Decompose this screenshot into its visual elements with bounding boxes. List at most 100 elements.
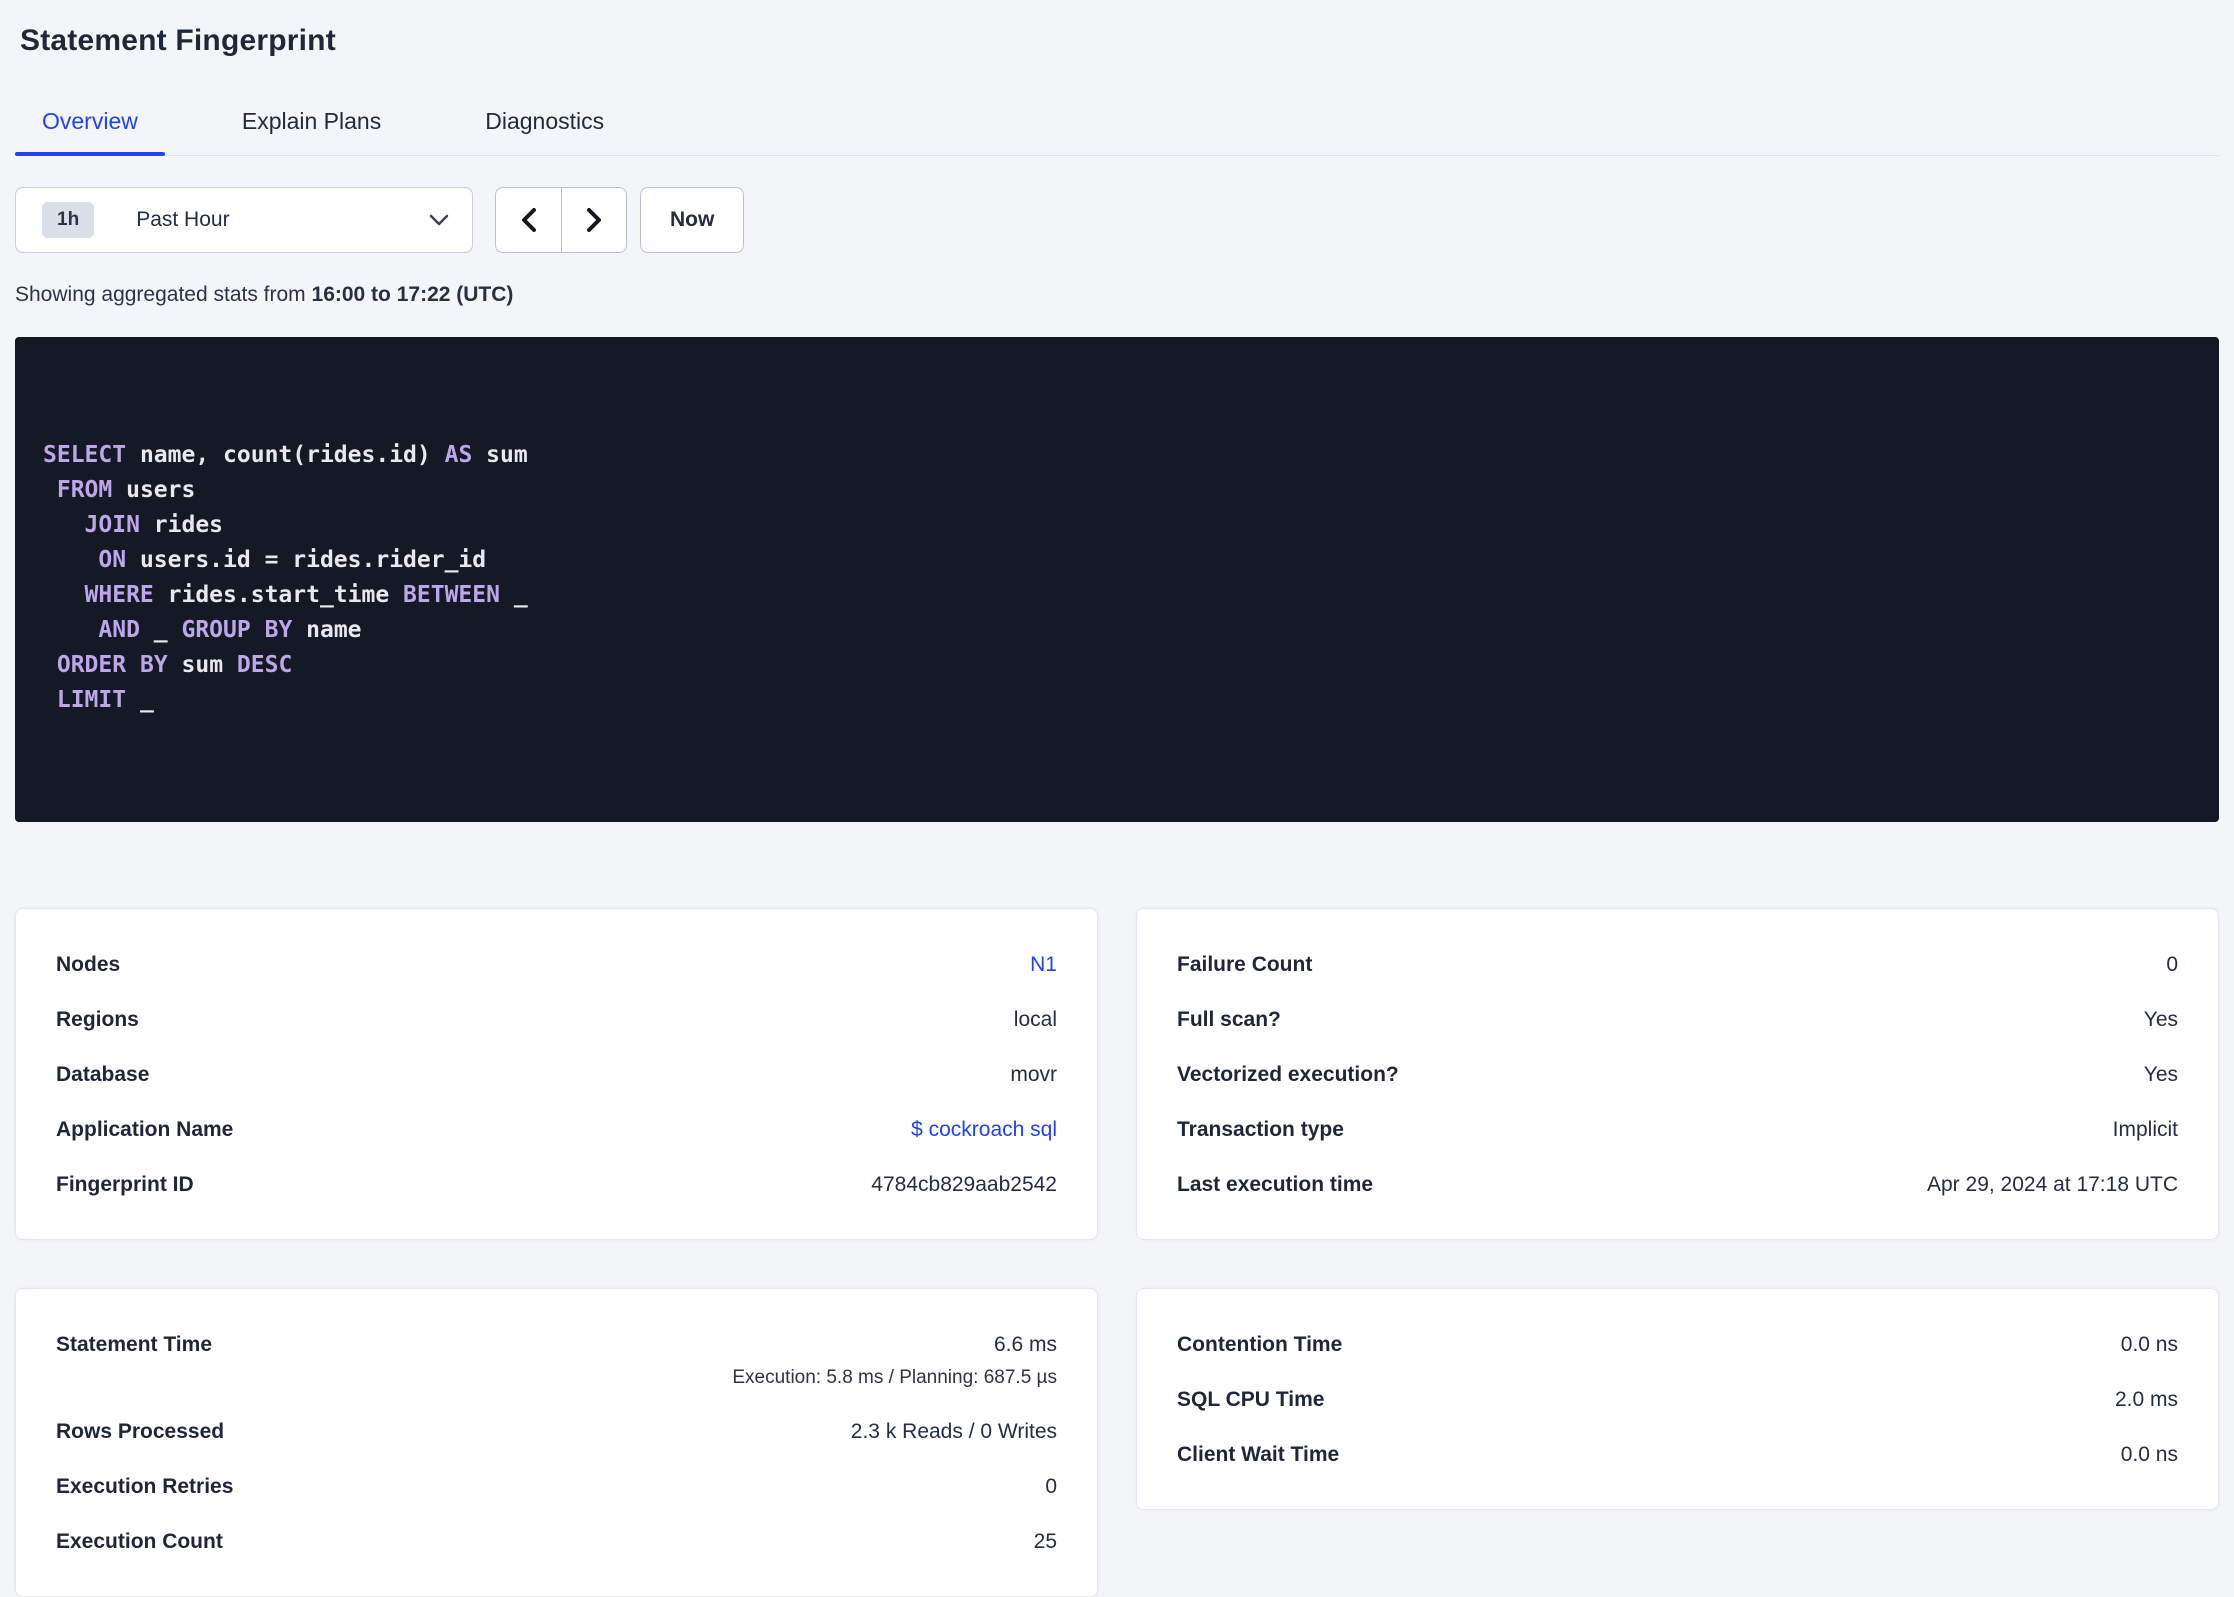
sql-statement-box: SELECT name, count(rides.id) AS sum FROM… — [15, 337, 2219, 822]
time-range-label: Past Hour — [136, 208, 230, 231]
stat-value-cell: 25 — [1034, 1528, 1057, 1556]
stat-value: 6.6 ms — [993, 1333, 1057, 1356]
page-title: Statement Fingerprint — [20, 24, 336, 57]
aggregated-stats-line: Showing aggregated stats from 16:00 to 1… — [15, 283, 2219, 307]
stat-row: Application Name $ cockroach sql — [56, 1116, 1057, 1144]
stat-value-cell: local — [1014, 1006, 1057, 1034]
stat-value: 25 — [1033, 1530, 1057, 1553]
stat-label: Vectorized execution? — [1177, 1063, 1399, 1086]
stat-label: Rows Processed — [56, 1420, 225, 1443]
stat-label: Regions — [56, 1008, 139, 1031]
stat-label: Failure Count — [1177, 953, 1313, 976]
next-time-button[interactable] — [561, 188, 626, 252]
stat-label: Transaction type — [1177, 1118, 1344, 1141]
stat-row: Client Wait Time 0.0 ns — [1177, 1441, 2178, 1469]
stat-value-link[interactable]: $ cockroach sql — [911, 1118, 1057, 1141]
stats-line-prefix: Showing aggregated stats from — [15, 283, 312, 306]
stat-value-cell: Yes — [2144, 1061, 2178, 1089]
chevron-left-icon — [519, 206, 539, 234]
stat-row: Transaction type Implicit — [1177, 1116, 2178, 1144]
stat-row: Nodes N1 — [56, 951, 1057, 979]
stat-value-link[interactable]: N1 — [1030, 953, 1057, 976]
chevron-down-icon — [428, 213, 450, 227]
stat-value-cell: 6.6 ms Execution: 5.8 ms / Planning: 687.… — [732, 1331, 1057, 1391]
stat-value-cell: 0.0 ns — [2121, 1331, 2178, 1359]
stat-value-cell: Implicit — [2113, 1116, 2178, 1144]
stat-value: 0 — [2166, 953, 2178, 976]
stat-value-cell: 4784cb829aab2542 — [871, 1171, 1057, 1199]
stat-label: Contention Time — [1177, 1333, 1343, 1356]
now-button[interactable]: Now — [640, 187, 745, 253]
stat-label: Fingerprint ID — [56, 1173, 194, 1196]
stat-value-cell: 2.0 ms — [2115, 1386, 2178, 1414]
stat-row: Rows Processed 2.3 k Reads / 0 Writes — [56, 1418, 1057, 1446]
sql-line: ORDER BY sum DESC — [56, 652, 293, 678]
statement-timing-panel: Statement Time 6.6 ms Execution: 5.8 ms / … — [15, 1288, 1098, 1597]
stat-value: 0.0 ns — [2120, 1443, 2178, 1466]
stat-row: Failure Count 0 — [1177, 951, 2178, 979]
stat-value: 2.3 k Reads / 0 Writes — [850, 1420, 1057, 1443]
previous-time-button[interactable] — [496, 188, 561, 252]
stat-row: Database movr — [56, 1061, 1057, 1089]
stat-row: Execution Retries 0 — [56, 1473, 1057, 1501]
sql-line: SELECT name, count(rides.id) AS sum — [43, 442, 528, 468]
stat-value: movr — [1010, 1063, 1057, 1086]
sql-line: JOIN rides — [84, 512, 224, 538]
tab-overview[interactable]: Overview — [15, 94, 165, 156]
stat-value-cell: Apr 29, 2024 at 17:18 UTC — [1927, 1171, 2178, 1199]
stat-value: 4784cb829aab2542 — [871, 1173, 1057, 1196]
time-range-badge: 1h — [42, 202, 95, 238]
stat-value-cell: 0 — [2166, 951, 2178, 979]
stat-row: Regions local — [56, 1006, 1057, 1034]
sql-line: ON users.id = rides.rider_id — [98, 547, 487, 573]
stat-row: Last execution time Apr 29, 2024 at 17:18… — [1177, 1171, 2178, 1199]
summary-panels: Nodes N1 Regions local Database movr Applicati… — [15, 908, 2219, 1597]
tab-diagnostics[interactable]: Diagnostics — [458, 94, 631, 155]
stat-label: Full scan? — [1177, 1008, 1281, 1031]
stat-value-cell: 0.0 ns — [2121, 1441, 2178, 1469]
stat-label: Application Name — [56, 1118, 234, 1141]
stat-value: 0.0 ns — [2120, 1333, 2178, 1356]
stat-row: Execution Count 25 — [56, 1528, 1057, 1556]
stat-value-cell: 0 — [1045, 1473, 1057, 1501]
stat-row: Statement Time 6.6 ms Execution: 5.8 ms / … — [56, 1331, 1057, 1391]
time-picker-row: 1h Past Hour Now — [15, 187, 2219, 253]
stat-value-cell: Yes — [2144, 1006, 2178, 1034]
time-range-dropdown[interactable]: 1h Past Hour — [15, 187, 473, 253]
sql-line: LIMIT _ — [56, 687, 154, 713]
stat-value: Apr 29, 2024 at 17:18 UTC — [1927, 1173, 2178, 1196]
statement-details-panel: Nodes N1 Regions local Database movr Applicati… — [15, 908, 1098, 1240]
stat-value: 2.0 ms — [2114, 1388, 2178, 1411]
page: Statement Fingerprint Overview Explain P… — [0, 0, 2234, 1597]
stat-label: Statement Time — [56, 1333, 212, 1356]
stat-label: Last execution time — [1177, 1173, 1374, 1196]
stat-label: SQL CPU Time — [1177, 1388, 1325, 1411]
tab-bar: Overview Explain Plans Diagnostics — [15, 94, 2219, 156]
stat-row: Fingerprint ID 4784cb829aab2542 — [56, 1171, 1057, 1199]
stat-label: Execution Retries — [56, 1475, 234, 1498]
stat-value: local — [1013, 1008, 1057, 1031]
stat-row: SQL CPU Time 2.0 ms — [1177, 1386, 2178, 1414]
stat-value-cell: 2.3 k Reads / 0 Writes — [851, 1418, 1057, 1446]
wait-times-panel: Contention Time 0.0 ns SQL CPU Time 2.0 ms C… — [1136, 1288, 2219, 1510]
stat-label: Database — [56, 1063, 150, 1086]
sql-line: WHERE rides.start_time BETWEEN _ — [84, 582, 528, 608]
stats-line-range: 16:00 to 17:22 (UTC) — [311, 283, 514, 306]
stat-label: Nodes — [56, 953, 121, 976]
stat-row: Vectorized execution? Yes — [1177, 1061, 2178, 1089]
stat-value: Yes — [2143, 1008, 2178, 1031]
stat-value: Yes — [2143, 1063, 2178, 1086]
stat-subvalue: Execution: 5.8 ms / Planning: 687.5 µs — [732, 1367, 1057, 1388]
stat-value-cell: $ cockroach sql — [911, 1116, 1057, 1144]
chevron-right-icon — [584, 206, 604, 234]
stat-value: Implicit — [2112, 1118, 2178, 1141]
sql-code: SELECT name, count(rides.id) AS sum FROM… — [43, 438, 2191, 718]
stat-value-cell: N1 — [1030, 951, 1057, 979]
sql-line: AND _ GROUP BY name — [98, 617, 362, 643]
stat-row: Contention Time 0.0 ns — [1177, 1331, 2178, 1359]
sql-line: FROM users — [56, 477, 196, 503]
tab-explain-plans[interactable]: Explain Plans — [215, 94, 408, 155]
stat-label: Execution Count — [56, 1530, 223, 1553]
stat-value: 0 — [1045, 1475, 1057, 1498]
stat-label: Client Wait Time — [1177, 1443, 1340, 1466]
